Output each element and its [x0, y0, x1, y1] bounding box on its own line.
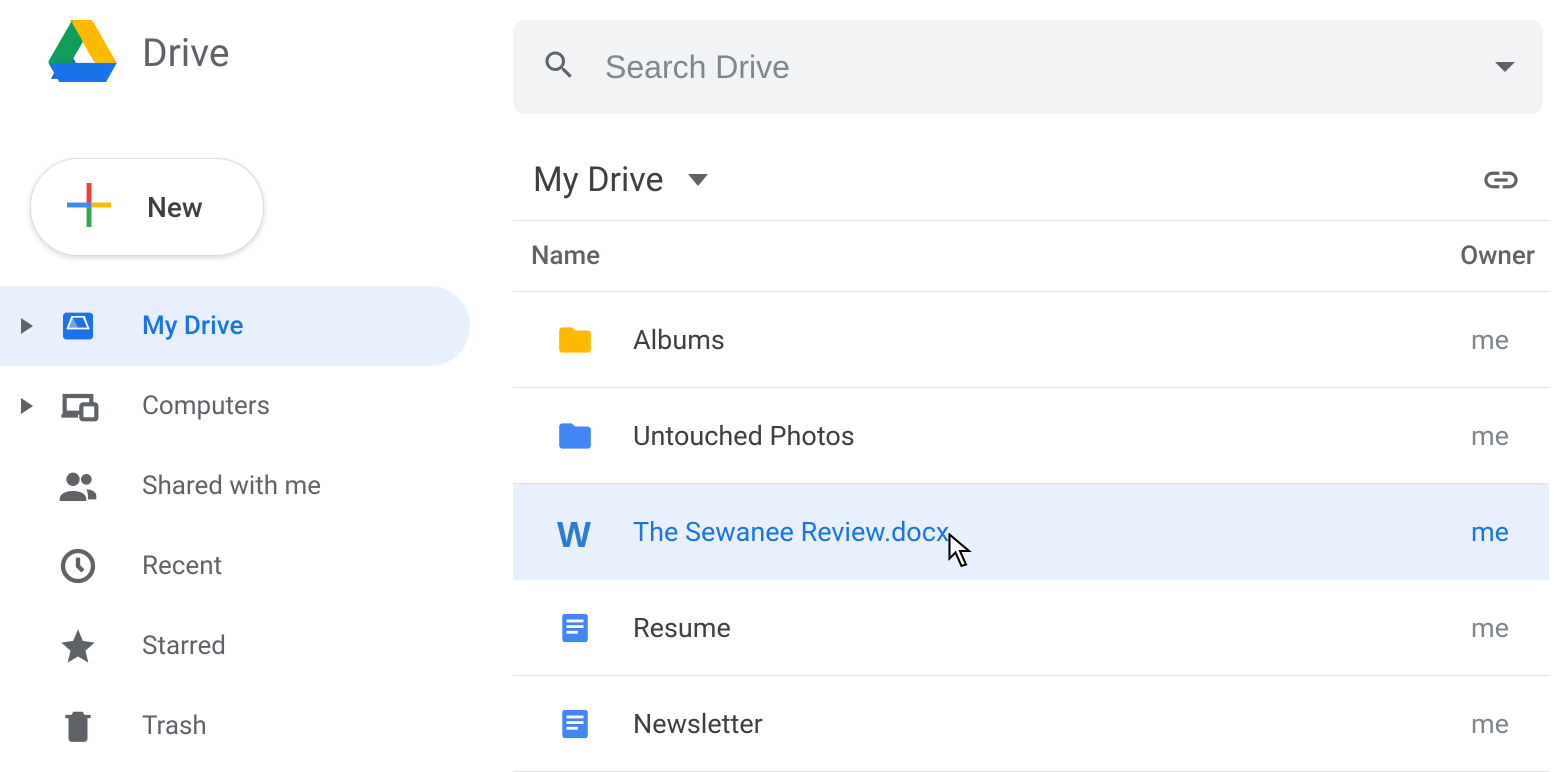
sidebar-item-shared-with-me[interactable]: Shared with me: [0, 446, 470, 526]
get-link-button[interactable]: [1475, 154, 1527, 206]
breadcrumb-label: My Drive: [533, 160, 664, 200]
expand-icon[interactable]: [18, 398, 36, 414]
file-row[interactable]: Newsletter me: [513, 676, 1549, 772]
sidebar-item-trash[interactable]: Trash: [0, 686, 470, 766]
file-row[interactable]: Untouched Photos me: [513, 388, 1549, 484]
file-owner: me: [1471, 516, 1509, 548]
shared-icon: [54, 462, 102, 510]
recent-icon: [54, 542, 102, 590]
sidebar-item-label: Shared with me: [142, 471, 321, 501]
starred-icon: [54, 622, 102, 670]
word-icon: W: [553, 510, 597, 554]
drive-icon: [54, 302, 102, 350]
file-owner: me: [1471, 420, 1509, 452]
sidebar-item-label: My Drive: [142, 311, 243, 341]
drive-logo-icon: [48, 20, 118, 86]
chevron-down-icon: [688, 174, 708, 186]
expand-icon[interactable]: [18, 318, 36, 334]
folder-icon: [553, 318, 597, 362]
file-owner: me: [1471, 324, 1509, 356]
app-logo-area[interactable]: Drive: [0, 20, 513, 86]
file-row[interactable]: Albums me: [513, 292, 1549, 388]
sidebar-item-label: Recent: [142, 551, 222, 581]
doc-icon: [553, 606, 597, 650]
breadcrumb[interactable]: My Drive: [533, 160, 708, 200]
file-owner: me: [1471, 708, 1509, 740]
column-owner[interactable]: Owner: [1460, 241, 1535, 271]
file-name: Albums: [633, 324, 1471, 356]
search-options-icon[interactable]: [1495, 62, 1515, 72]
search-bar[interactable]: [513, 20, 1543, 114]
sidebar-item-label: Starred: [142, 631, 226, 661]
sidebar-item-recent[interactable]: Recent: [0, 526, 470, 606]
columns-header: Name Owner: [513, 221, 1549, 292]
file-name: Resume: [633, 612, 1471, 644]
svg-text:W: W: [557, 514, 591, 552]
file-name: Untouched Photos: [633, 420, 1471, 452]
file-row[interactable]: W The Sewanee Review.docx me: [513, 484, 1549, 580]
sidebar-item-label: Computers: [142, 391, 270, 421]
new-button[interactable]: New: [30, 158, 264, 256]
search-input[interactable]: [605, 49, 1467, 86]
plus-icon: [67, 183, 111, 231]
trash-icon: [54, 702, 102, 750]
file-row[interactable]: Resume me: [513, 580, 1549, 676]
file-name: The Sewanee Review.docx: [633, 516, 1471, 548]
app-title: Drive: [142, 30, 230, 76]
sidebar-item-computers[interactable]: Computers: [0, 366, 470, 446]
doc-icon: [553, 702, 597, 746]
link-icon: [1481, 160, 1521, 200]
folder-icon: [553, 414, 597, 458]
sidebar-item-starred[interactable]: Starred: [0, 606, 470, 686]
search-icon: [541, 47, 577, 87]
column-name[interactable]: Name: [531, 241, 1460, 271]
sidebar-item-my-drive[interactable]: My Drive: [0, 286, 470, 366]
file-owner: me: [1471, 612, 1509, 644]
computers-icon: [54, 382, 102, 430]
sidebar-item-label: Trash: [142, 711, 207, 741]
file-name: Newsletter: [633, 708, 1471, 740]
new-button-label: New: [147, 191, 203, 224]
